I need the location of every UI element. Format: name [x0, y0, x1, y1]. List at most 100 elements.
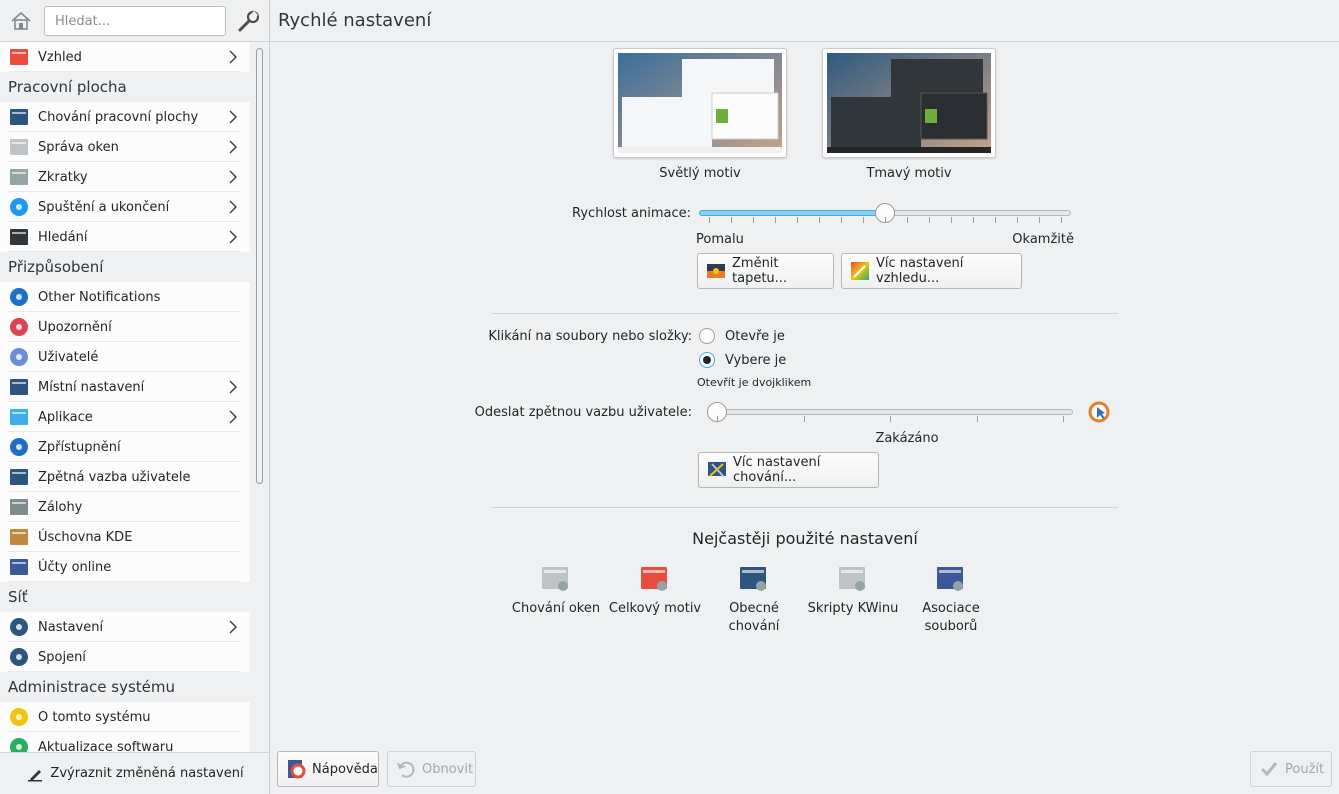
sidebar-item[interactable]: O tomto systému — [0, 702, 250, 732]
light-theme-option[interactable]: Světlý motiv — [613, 48, 787, 181]
more-behavior-button[interactable]: Víc nastavení chování... — [698, 452, 879, 488]
frequent-setting-item[interactable]: Celkový motiv — [605, 562, 705, 618]
sidebar-item[interactable]: Upozornění — [0, 312, 250, 342]
sidebar-item[interactable]: Spuštění a ukončení — [0, 192, 250, 222]
chevron-right-icon — [228, 200, 238, 214]
scrollbar-thumb[interactable] — [256, 48, 263, 484]
radio-button[interactable] — [699, 328, 715, 344]
configure-icon[interactable] — [236, 8, 262, 34]
sidebar-item-label: Aplikace — [38, 409, 93, 425]
light-theme-label: Světlý motiv — [659, 166, 741, 181]
slider-track — [707, 409, 1073, 415]
sidebar-toolbar — [0, 0, 270, 42]
slider-tick — [797, 217, 798, 223]
about-system-icon — [8, 706, 30, 728]
frequent-setting-label: Chování oken — [511, 601, 601, 616]
sidebar-item[interactable]: Other Notifications — [0, 282, 250, 312]
help-icon — [288, 760, 306, 779]
sidebar-item[interactable]: Chování pracovní plochy — [0, 102, 250, 132]
feedback-value-label: Zakázáno — [875, 431, 939, 446]
sidebar-item-label: Nastavení — [38, 619, 104, 635]
sidebar-item-label: Other Notifications — [38, 289, 161, 305]
select-on-click-radio[interactable]: Vybere je — [699, 352, 786, 368]
general-behavior-icon — [737, 562, 771, 596]
sidebar-item[interactable]: Zpětná vazba uživatele — [0, 462, 250, 492]
sidebar-item-label: Zálohy — [38, 499, 83, 515]
separator — [492, 313, 1118, 314]
sidebar-item[interactable]: Aplikace — [0, 402, 250, 432]
sidebar-item-label: Zkratky — [38, 169, 88, 185]
desktop-behavior-icon — [8, 106, 30, 128]
chevron-right-icon — [228, 110, 238, 124]
chevron-right-icon — [228, 380, 238, 394]
apply-button[interactable]: Použít — [1250, 751, 1332, 787]
frequent-setting-item[interactable]: Asociace souborů — [901, 562, 1001, 636]
dark-theme-label: Tmavý motiv — [866, 166, 952, 181]
animation-speed-slider[interactable] — [699, 203, 1071, 223]
change-wallpaper-button[interactable]: Změnit tapetu... — [697, 253, 834, 289]
dark-theme-preview[interactable] — [822, 48, 996, 158]
open-on-click-label: Otevře je — [725, 328, 785, 344]
dark-theme-option[interactable]: Tmavý motiv — [822, 48, 996, 181]
chevron-right-icon — [228, 230, 238, 244]
frequent-settings-title: Nejčastěji použité nastavení — [692, 529, 918, 548]
sidebar-item-label: Spojení — [38, 649, 86, 665]
sidebar-item[interactable]: Účty online — [0, 552, 250, 582]
feedback-slider[interactable] — [707, 402, 1073, 422]
feedback-info-icon[interactable] — [1088, 401, 1110, 423]
search-binoculars-icon — [8, 226, 30, 248]
light-theme-preview[interactable] — [613, 48, 787, 158]
slider-tick — [863, 217, 864, 223]
help-label: Nápověda — [312, 761, 378, 777]
frequent-setting-item[interactable]: Skripty KWinu — [803, 562, 903, 618]
slider-tick — [775, 217, 776, 223]
sidebar-item[interactable]: Uživatelé — [0, 342, 250, 372]
sidebar-item[interactable]: Spojení — [0, 642, 250, 672]
highlighter-icon — [28, 769, 43, 781]
sidebar-item[interactable]: Zálohy — [0, 492, 250, 522]
sidebar-item[interactable]: Zkratky — [0, 162, 250, 192]
sidebar-item[interactable]: Místní nastavení — [0, 372, 250, 402]
home-icon[interactable] — [8, 8, 34, 34]
sidebar-item[interactable]: Úschovna KDE — [0, 522, 250, 552]
slider-tick — [731, 217, 732, 223]
frequent-setting-item[interactable]: Obecné chování — [704, 562, 804, 636]
window-management-icon — [8, 136, 30, 158]
category-list: Vzhled Pracovní plocha Chování pracovní pl… — [0, 42, 250, 752]
wallet-icon — [8, 526, 30, 548]
frequent-setting-item[interactable]: Chování oken — [506, 562, 606, 618]
sidebar-item[interactable]: Zpřístupnění — [0, 432, 250, 462]
sidebar-item-label: O tomto systému — [38, 709, 151, 725]
more-appearance-button[interactable]: Víc nastavení vzhledu... — [841, 253, 1022, 289]
sidebar-item[interactable]: Nastavení — [0, 612, 250, 642]
reset-label: Obnovit — [422, 761, 474, 777]
sidebar: Vzhled Pracovní plocha Chování pracovní pl… — [0, 0, 270, 794]
open-on-click-radio[interactable]: Otevře je — [699, 328, 785, 344]
slider-tick — [907, 217, 908, 223]
slider-tick — [753, 217, 754, 223]
general-behavior-icon — [708, 462, 726, 478]
chevron-right-icon — [228, 140, 238, 154]
locale-icon — [8, 376, 30, 398]
sidebar-item[interactable]: Aktualizace softwaru — [0, 732, 250, 752]
feedback-icon — [8, 466, 30, 488]
connections-icon — [8, 646, 30, 668]
global-theme-icon — [638, 562, 672, 596]
more-appearance-label: Víc nastavení vzhledu... — [876, 256, 964, 286]
radio-button[interactable] — [699, 352, 715, 368]
animation-speed-label: Rychlost animace: — [572, 206, 691, 221]
highlight-changed-button[interactable]: Zvýraznit změněná nastavení — [0, 752, 270, 794]
sidebar-item[interactable]: Vzhled — [0, 42, 250, 72]
slider-tick — [1039, 217, 1040, 223]
help-button[interactable]: Nápověda — [277, 751, 379, 787]
sidebar-item[interactable]: Správa oken — [0, 132, 250, 162]
feedback-label: Odeslat zpětnou vazbu uživatele: — [474, 405, 692, 420]
search-input[interactable] — [44, 6, 226, 36]
sidebar-item-label: Úschovna KDE — [38, 529, 133, 545]
sidebar-scrollbar[interactable] — [254, 46, 265, 746]
sidebar-item[interactable]: Hledání — [0, 222, 250, 252]
reset-button[interactable]: Obnovit — [387, 751, 476, 787]
slider-tick — [717, 416, 718, 422]
sidebar-item-label: Uživatelé — [38, 349, 99, 365]
notification-icon — [8, 286, 30, 308]
